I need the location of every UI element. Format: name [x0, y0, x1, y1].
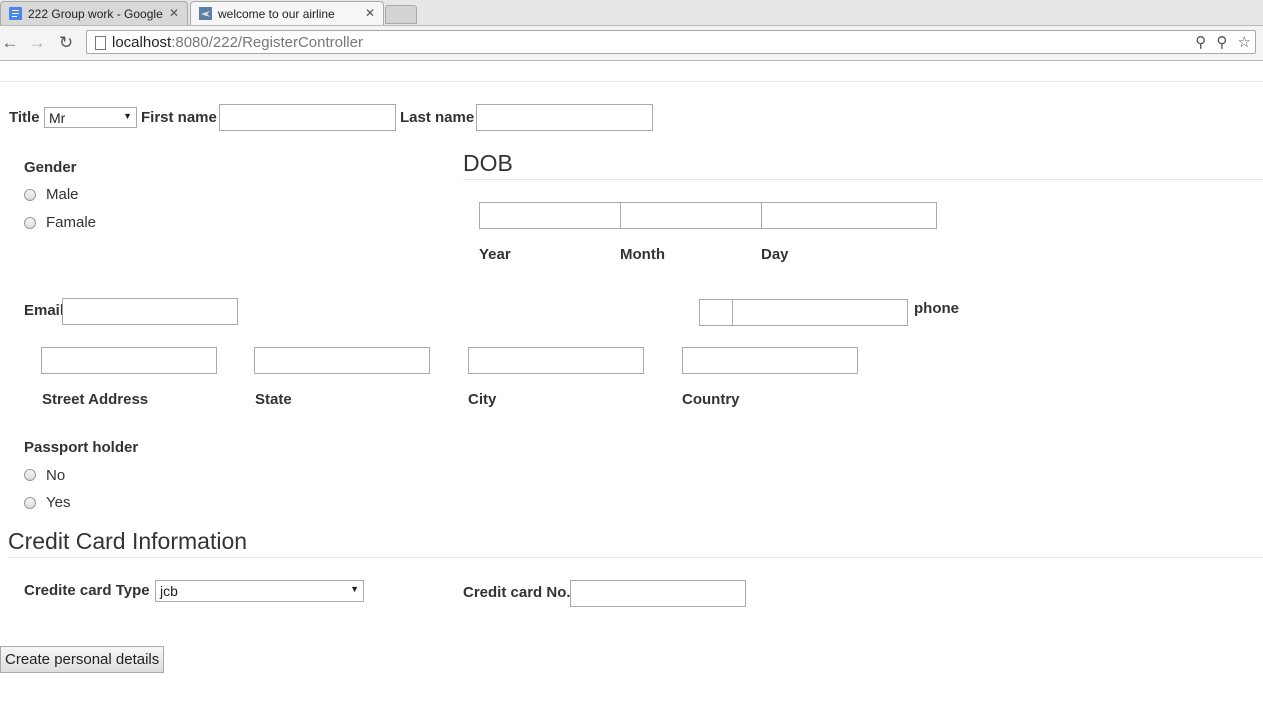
first-name-label: First name	[141, 109, 217, 126]
passport-no-label: No	[46, 467, 66, 484]
bookmark-star-icon[interactable]: ☆	[1238, 34, 1251, 51]
dob-day-input[interactable]	[761, 202, 937, 229]
back-icon[interactable]: ←	[0, 33, 20, 53]
reload-icon[interactable]: ↻	[56, 33, 76, 53]
state-input[interactable]	[254, 347, 430, 374]
country-label: Country	[682, 391, 740, 408]
close-tab-icon[interactable]: ✕	[365, 6, 375, 20]
phone-label: phone	[914, 300, 959, 317]
url-text: localhost:8080/222/RegisterController	[112, 34, 363, 51]
dob-month-input[interactable]	[620, 202, 762, 229]
passport-yes-label: Yes	[46, 494, 71, 511]
dob-month-label: Month	[620, 246, 665, 263]
new-tab-button[interactable]	[385, 5, 417, 24]
airline-icon	[199, 7, 212, 20]
page-icon	[95, 36, 106, 50]
country-input[interactable]	[682, 347, 858, 374]
tab-title: 222 Group work - Google D	[28, 7, 166, 21]
first-name-input[interactable]	[219, 104, 396, 131]
dob-year-label: Year	[479, 246, 511, 263]
gender-female-radio[interactable]	[24, 217, 36, 229]
passport-yes-radio[interactable]	[24, 497, 36, 509]
state-label: State	[255, 391, 292, 408]
card-number-input[interactable]	[570, 580, 746, 607]
email-input[interactable]	[62, 298, 238, 325]
credit-divider	[8, 557, 1263, 558]
dob-heading: DOB	[463, 150, 513, 176]
address-bar[interactable]: localhost:8080/222/RegisterController ⚲ …	[86, 30, 1256, 54]
zoom-icon[interactable]: ⚲	[1195, 34, 1206, 51]
title-label: Title	[9, 109, 40, 126]
city-label: City	[468, 391, 497, 408]
phone-code-input[interactable]	[699, 299, 733, 326]
create-personal-details-button[interactable]: Create personal details	[0, 646, 165, 673]
card-type-select[interactable]: jcb ▼	[155, 580, 364, 602]
street-address-label: Street Address	[42, 391, 149, 408]
last-name-label: Last name	[400, 109, 475, 126]
chevron-down-icon: ▼	[350, 584, 359, 594]
passport-no-radio[interactable]	[24, 469, 36, 481]
tab-title: welcome to our airline	[218, 7, 335, 21]
close-tab-icon[interactable]: ✕	[169, 6, 179, 20]
passport-label: Passport holder	[24, 439, 139, 456]
gender-female-label: Famale	[46, 214, 97, 231]
gender-label: Gender	[24, 159, 77, 176]
key-icon[interactable]: ⚲	[1216, 34, 1227, 51]
dob-year-input[interactable]	[479, 202, 621, 229]
card-no-label: Credit card No.	[463, 584, 571, 601]
city-input[interactable]	[468, 347, 644, 374]
email-label: Email	[24, 302, 65, 319]
dob-divider	[463, 179, 1263, 180]
phone-input[interactable]	[732, 299, 908, 326]
docs-icon	[9, 7, 22, 20]
gender-male-radio[interactable]	[24, 189, 36, 201]
tab-airline[interactable]: welcome to our airline ✕	[190, 1, 384, 25]
gender-male-label: Male	[46, 186, 79, 203]
tab-google-docs[interactable]: 222 Group work - Google D ✕	[0, 1, 188, 25]
dob-day-label: Day	[761, 246, 789, 263]
tab-strip: 222 Group work - Google D ✕ welcome to o…	[0, 0, 1263, 26]
browser-toolbar: ← → ↻ localhost:8080/222/RegisterControl…	[0, 26, 1263, 61]
forward-icon[interactable]: →	[27, 33, 47, 53]
title-select[interactable]: Mr ▼	[44, 107, 137, 128]
card-type-label: Credite card Type	[24, 582, 150, 599]
divider	[0, 81, 1263, 82]
last-name-input[interactable]	[476, 104, 653, 131]
credit-card-heading: Credit Card Information	[8, 528, 248, 554]
chevron-down-icon: ▼	[123, 111, 132, 121]
street-address-input[interactable]	[41, 347, 217, 374]
